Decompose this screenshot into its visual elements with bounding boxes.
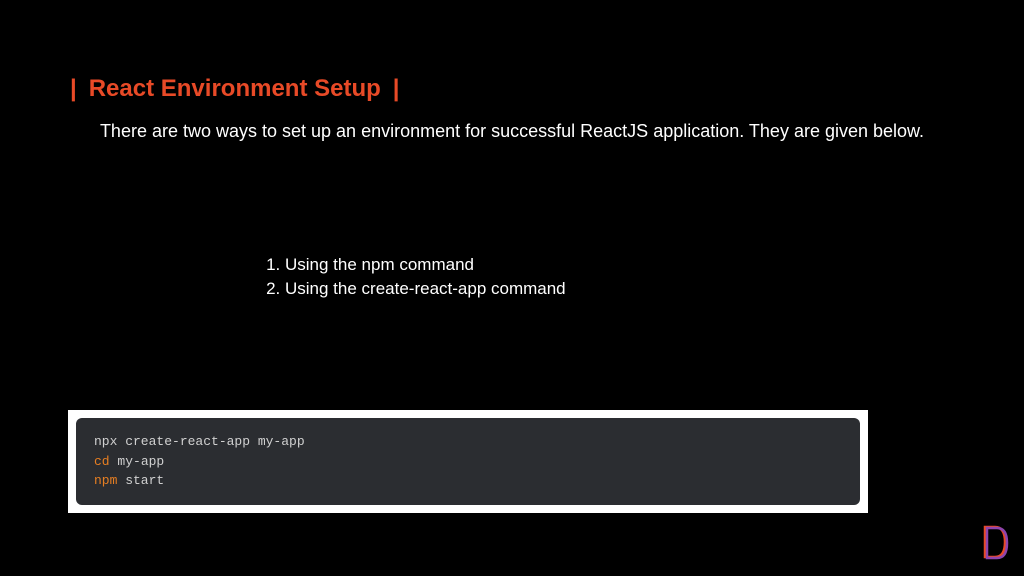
intro-paragraph: There are two ways to set up an environm… — [70, 118, 954, 145]
code-command: npm — [94, 473, 117, 488]
code-command: npx — [94, 434, 117, 449]
list-item: Using the create-react-app command — [285, 279, 566, 299]
setup-methods-list: Using the npm command Using the create-r… — [260, 255, 566, 303]
code-args: create-react-app my-app — [117, 434, 304, 449]
code-block: npx create-react-app my-app cd my-app np… — [76, 418, 860, 505]
code-line: npx create-react-app my-app — [94, 432, 842, 452]
title-bar-right: | — [393, 75, 400, 103]
code-args: my-app — [110, 454, 165, 469]
code-args: start — [117, 473, 164, 488]
code-line: cd my-app — [94, 452, 842, 472]
code-command: cd — [94, 454, 110, 469]
brand-logo-icon — [981, 523, 1009, 561]
title-bar-left: | — [70, 75, 77, 103]
list-item: Using the npm command — [285, 255, 566, 275]
code-line: npm start — [94, 471, 842, 491]
page-title: React Environment Setup — [89, 75, 381, 103]
page-title-wrapper: | React Environment Setup | — [70, 75, 400, 103]
code-block-wrapper: npx create-react-app my-app cd my-app np… — [68, 410, 868, 513]
